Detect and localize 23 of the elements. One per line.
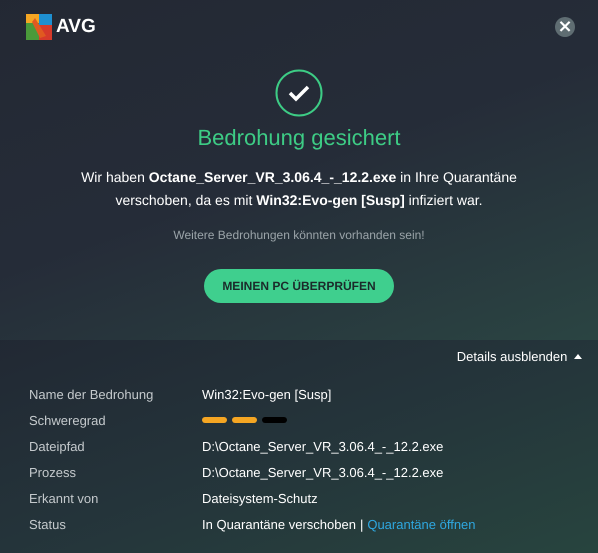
- warning-text: Weitere Bedrohungen könnten vorhanden sein!: [173, 228, 425, 242]
- result-message: Wir haben Octane_Server_VR_3.06.4_-_12.2.exe in Ihre Quarantäne verschoben, da es mit Win32:Evo-gen [Susp] infiziert war.: [80, 168, 518, 210]
- status-text: In Quarantäne verschoben: [202, 516, 356, 532]
- details-toggle[interactable]: Details ausblenden: [456, 349, 582, 364]
- detail-value: D:\Octane_Server_VR_3.06.4_-_12.2.exe: [202, 438, 444, 454]
- detail-value: D:\Octane_Server_VR_3.06.4_-_12.2.exe: [202, 464, 444, 480]
- detail-label: Dateipfad: [29, 438, 86, 454]
- detail-label: Name der Bedrohung: [29, 386, 154, 402]
- caret-up-icon: [574, 354, 582, 359]
- detail-label: Prozess: [29, 464, 77, 480]
- result-title: Bedrohung gesichert: [197, 125, 401, 151]
- separator-text: |: [360, 516, 364, 532]
- detail-label: Status: [29, 516, 67, 532]
- open-quarantine-link[interactable]: Quarantäne öffnen: [367, 516, 476, 532]
- detail-label: Erkannt von: [29, 490, 100, 506]
- detail-label: Schweregrad: [29, 412, 107, 428]
- close-button[interactable]: ×: [555, 16, 575, 36]
- detail-value: Win32:Evo-gen [Susp]: [202, 386, 332, 402]
- detail-value: Dateisystem-Schutz: [202, 490, 318, 506]
- scan-pc-button[interactable]: MEINEN PC ÜBERPRÜFEN: [204, 269, 394, 303]
- logo-text: AVG: [56, 16, 96, 38]
- checkmark-icon: [275, 69, 323, 117]
- logo-icon: [26, 14, 52, 40]
